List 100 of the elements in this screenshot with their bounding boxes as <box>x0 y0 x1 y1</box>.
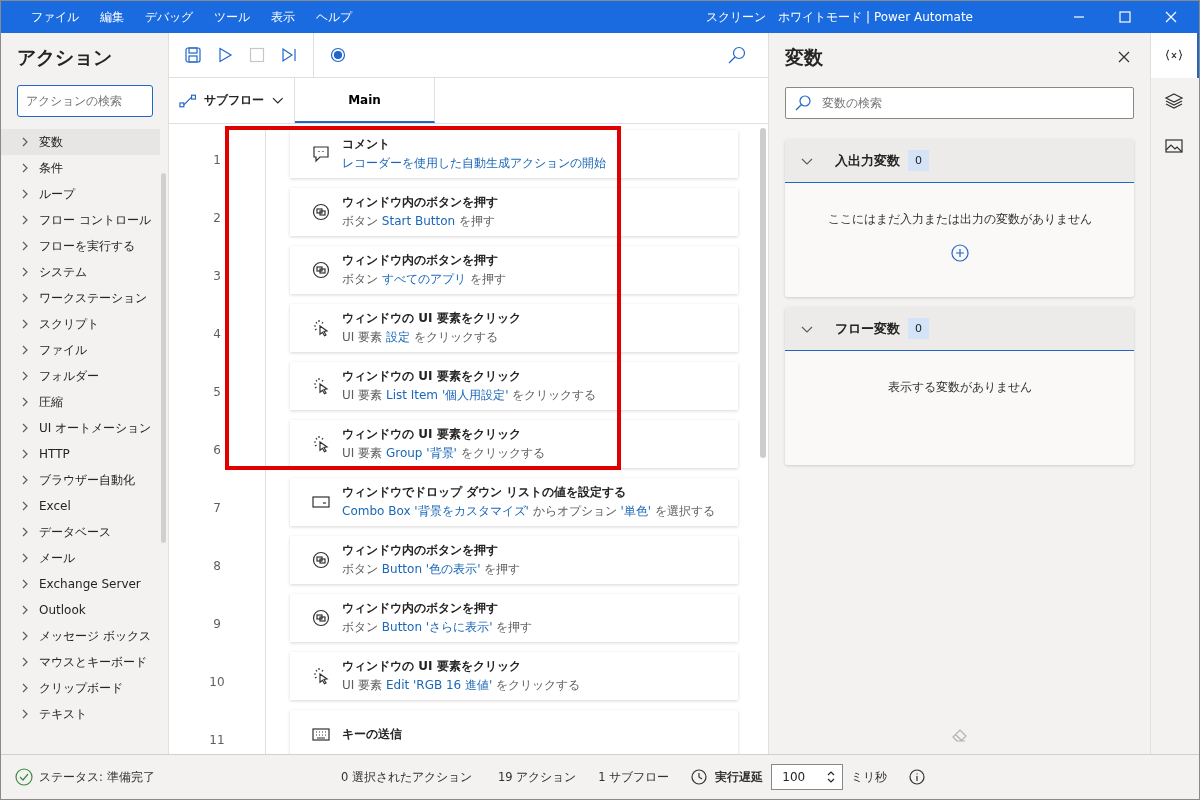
selected-count: 0 選択されたアクション <box>341 769 472 785</box>
action-category[interactable]: マウスとキーボード <box>1 649 160 675</box>
search-icon[interactable] <box>728 46 746 64</box>
line-number: 7 <box>169 476 266 534</box>
action-step[interactable]: ウィンドウの UI 要素をクリック UI 要素 設定 をクリックする <box>290 304 738 352</box>
action-step[interactable]: キーの送信 <box>290 710 738 754</box>
image-icon <box>1164 136 1184 155</box>
action-category[interactable]: フォルダー <box>1 363 160 389</box>
play-icon[interactable] <box>217 47 233 63</box>
action-step[interactable]: ウィンドウ内のボタンを押す ボタン Button 'さらに表示' を押す <box>290 594 738 642</box>
step-description: UI 要素 設定 をクリックする <box>342 329 499 346</box>
step-description: Combo Box '背景をカスタマイズ' からオプション '単色' を選択する <box>342 503 715 520</box>
action-category[interactable]: ファイル <box>1 337 160 363</box>
action-category[interactable]: ブラウザー自動化 <box>1 467 160 493</box>
tab[interactable]: Main <box>295 78 435 123</box>
close-icon[interactable] <box>1118 51 1130 63</box>
step-icon[interactable] <box>281 47 297 63</box>
step-description: レコーダーを使用した自動生成アクションの開始 <box>342 155 606 172</box>
action-category[interactable]: テキスト <box>1 701 160 727</box>
step-title: ウィンドウ内のボタンを押す <box>342 194 498 211</box>
menu-item[interactable]: デバッグ <box>143 6 195 28</box>
action-category[interactable]: ワークステーション <box>1 285 160 311</box>
button-press-icon <box>312 261 330 279</box>
action-category[interactable]: Excel <box>1 493 160 519</box>
action-category[interactable]: ループ <box>1 181 160 207</box>
line-number: 2 <box>169 186 266 244</box>
action-step[interactable]: ウィンドウの UI 要素をクリック UI 要素 List Item '個人用設定' をクリックする <box>290 362 738 410</box>
action-category[interactable]: 圧縮 <box>1 389 160 415</box>
delay-label: 実行遅延 <box>715 769 764 785</box>
step-title: ウィンドウの UI 要素をクリック <box>342 426 522 443</box>
menu-item[interactable]: ファイル <box>29 6 81 28</box>
chevron-right-icon <box>21 397 29 407</box>
cursor-click-icon <box>312 667 330 685</box>
chevron-right-icon <box>21 683 29 693</box>
count-badge: 0 <box>908 150 929 171</box>
dropdown-icon <box>312 493 330 511</box>
action-step[interactable]: ウィンドウでドロップ ダウン リストの値を設定する Combo Box '背景をカスタマイズ' からオプション '単色' を選択する <box>290 478 738 526</box>
search-icon <box>795 95 811 111</box>
save-icon[interactable] <box>185 47 201 63</box>
panel-title: アクション <box>16 45 113 70</box>
add-icon[interactable] <box>950 244 969 262</box>
button-press-icon <box>312 203 330 221</box>
action-step[interactable]: ウィンドウ内のボタンを押す ボタン Start Button を押す <box>290 188 738 236</box>
action-category[interactable]: フローを実行する <box>1 233 160 259</box>
menu-item[interactable]: ツール <box>212 6 252 28</box>
action-category[interactable]: メッセージ ボックス <box>1 623 160 649</box>
chevron-right-icon <box>21 241 29 251</box>
action-category[interactable]: クリップボード <box>1 675 160 701</box>
chevron-right-icon <box>21 267 29 277</box>
info-icon[interactable] <box>909 769 926 785</box>
action-category[interactable]: Outlook <box>1 597 160 623</box>
action-category[interactable]: UI オートメーション <box>1 415 160 441</box>
action-step[interactable]: ウィンドウ内のボタンを押す ボタン Button '色の表示' を押す <box>290 536 738 584</box>
step-title: ウィンドウでドロップ ダウン リストの値を設定する <box>342 484 628 501</box>
layers-icon <box>1164 91 1184 110</box>
action-category[interactable]: システム <box>1 259 160 285</box>
chevron-right-icon <box>21 657 29 667</box>
section-header[interactable]: 入出力変数 0 <box>785 139 1134 183</box>
step-title: ウィンドウの UI 要素をクリック <box>342 368 522 385</box>
step-description: ボタン Start Button を押す <box>342 213 496 230</box>
spin-arrows-icon[interactable] <box>826 770 837 784</box>
action-category[interactable]: メール <box>1 545 160 571</box>
menu-item[interactable]: 編集 <box>98 6 126 28</box>
line-number: 3 <box>169 244 266 302</box>
rail-tab[interactable] <box>1151 33 1199 78</box>
chevron-right-icon <box>21 345 29 355</box>
action-category[interactable]: フロー コントロール <box>1 207 160 233</box>
action-step[interactable]: コメント レコーダーを使用した自動生成アクションの開始 <box>290 130 738 178</box>
chevron-right-icon <box>21 709 29 719</box>
record-icon[interactable] <box>330 47 346 63</box>
delay-field[interactable]: 100 <box>771 764 844 790</box>
action-category[interactable]: 条件 <box>1 155 160 181</box>
action-category[interactable]: スクリプト <box>1 311 160 337</box>
chevron-right-icon <box>21 475 29 485</box>
action-category[interactable]: データベース <box>1 519 160 545</box>
action-step[interactable]: ウィンドウの UI 要素をクリック UI 要素 Group '背景' をクリックする <box>290 420 738 468</box>
action-category[interactable]: HTTP <box>1 441 160 467</box>
action-category[interactable]: Exchange Server <box>1 571 160 597</box>
cursor-click-icon <box>312 435 330 453</box>
keyboard-icon <box>312 725 330 743</box>
menu-item[interactable]: ヘルプ <box>314 6 354 28</box>
maximize-icon[interactable] <box>1119 11 1131 23</box>
menu-item[interactable]: 表示 <box>269 6 297 28</box>
chevron-right-icon <box>21 371 29 381</box>
action-step[interactable]: ウィンドウ内のボタンを押す ボタン すべてのアプリ を押す <box>290 246 738 294</box>
chevron-down-icon <box>272 96 284 105</box>
status-text: ステータス: 準備完了 <box>39 769 155 785</box>
action-step[interactable]: ウィンドウの UI 要素をクリック UI 要素 Edit 'RGB 16 進値' をクリックする <box>290 652 738 700</box>
chevron-right-icon <box>21 423 29 433</box>
section-header[interactable]: フロー変数 0 <box>785 307 1134 351</box>
button-press-icon <box>312 551 330 569</box>
action-category[interactable]: 変数 <box>1 129 160 155</box>
step-title: ウィンドウの UI 要素をクリック <box>342 310 521 327</box>
step-description: UI 要素 List Item '個人用設定' をクリックする <box>342 387 597 404</box>
search-field[interactable]: アクションの検索 <box>17 85 153 117</box>
line-number: 4 <box>169 302 266 360</box>
line-number: 9 <box>169 592 266 650</box>
search-field[interactable]: 変数の検索 <box>785 87 1134 119</box>
empty-message: ここにはまだ入力または出力の変数がありません <box>827 211 1092 228</box>
step-title: コメント <box>342 136 391 153</box>
